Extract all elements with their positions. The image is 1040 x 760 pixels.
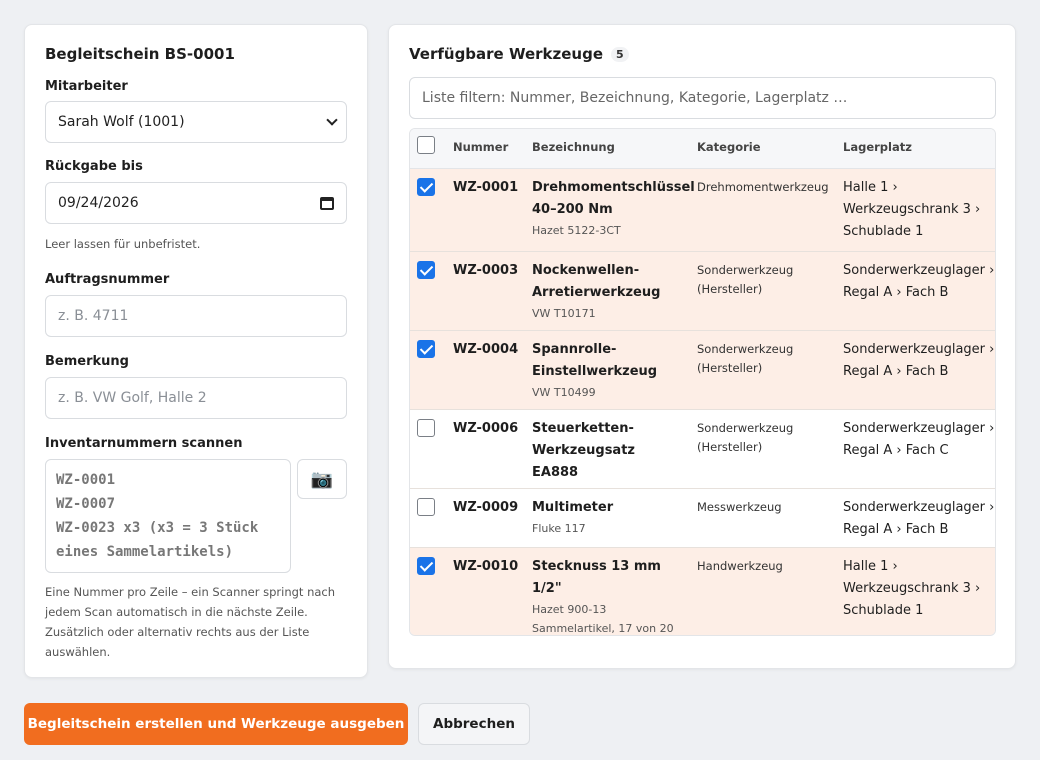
order-placeholder: z. B. 4711 [58,308,129,324]
row-name-cell: Drehmomentschlüssel 40–200 Nm Hazet 5122-… [532,177,695,240]
row-number: WZ-0004 [453,342,519,357]
row-name: Nockenwellen-Arretierwerkzeug [532,263,661,300]
tools-card: Verfügbare Werkzeuge 5 Liste filtern: Nu… [388,24,1016,669]
row-number: WZ-0003 [453,263,519,278]
row-location: Halle 1 › Werkzeugschrank 3 › Schublade … [843,559,981,618]
row-category: Sonderwerkzeug (Hersteller) [697,421,794,454]
row-number: WZ-0009 [453,500,519,515]
col-location: Lagerplatz [843,140,912,154]
return-label: Rückgabe bis [45,159,143,174]
camera-button[interactable]: 📷 [297,459,347,499]
row-checkbox[interactable] [417,557,435,575]
tools-count-badge: 5 [611,46,629,62]
row-checkbox[interactable] [417,419,435,437]
tools-title: Verfügbare Werkzeuge [409,45,604,63]
table-header: Nummer Bezeichnung Kategorie Lagerplatz [410,129,995,169]
table-row[interactable]: WZ-0006Steuerketten-Werkzeugsatz EA888VW… [410,410,995,500]
row-category: Messwerkzeug [697,500,782,514]
table-row[interactable]: WZ-0001 Drehmomentschlüssel 40–200 Nm Haze… [410,169,995,252]
row-name: Stecknuss 13 mm 1/2" [532,559,661,596]
row-name-cell: Spannrolle-Einstellwerkzeug VW T10499 [532,339,682,402]
calendar-icon[interactable] [320,197,334,210]
row-category: Sonderwerkzeug (Hersteller) [697,342,794,375]
row-name-cell: Stecknuss 13 mm 1/2" Hazet 900-13 Sammela… [532,556,682,635]
row-location: Sonderwerkzeuglager › Regal A › Fach C [843,421,995,458]
select-all-checkbox[interactable] [417,136,435,154]
table-row[interactable]: WZ-0010 Stecknuss 13 mm 1/2" Hazet 900-13 … [410,548,995,635]
note-label: Bemerkung [45,354,129,369]
filter-input[interactable]: Liste filtern: Nummer, Bezeichnung, Kate… [409,77,996,119]
row-checkbox[interactable] [417,340,435,358]
scan-hint: Eine Nummer pro Zeile – ein Scanner spri… [45,585,336,659]
row-location: Sonderwerkzeuglager › Regal A › Fach B [843,500,995,537]
row-subtitle: VW T10171 [532,307,596,320]
row-number: WZ-0001 [453,180,519,195]
row-subtitle: VW T10499 [532,386,596,399]
col-number: Nummer [453,140,509,154]
return-date-value: 09/24/2026 [58,195,139,211]
scan-textarea[interactable]: WZ-0001 WZ-0007 WZ-0023 x3 (x3 = 3 Stück… [45,459,291,573]
row-subtitle: Hazet 5122-3CT [532,224,621,237]
row-category: Handwerkzeug [697,559,783,573]
row-subtitle: Fluke 117 [532,522,586,535]
table-row[interactable]: WZ-0003 Nockenwellen-Arretierwerkzeug VW T… [410,252,995,331]
row-location: Halle 1 › Werkzeugschrank 3 › Schublade … [843,180,981,239]
row-checkbox[interactable] [417,261,435,279]
row-name: Drehmomentschlüssel 40–200 Nm [532,180,695,217]
order-input[interactable]: z. B. 4711 [45,295,347,337]
table-row[interactable]: WZ-0009 Multimeter Fluke 117 Messwerkzeug So… [410,489,995,548]
row-location: Sonderwerkzeuglager › Regal A › Fach B [843,263,995,300]
camera-icon: 📷 [310,468,334,490]
return-hint: Leer lassen für unbefristet. [45,237,201,251]
chevron-down-icon [326,114,338,126]
filter-placeholder: Liste filtern: Nummer, Bezeichnung, Kate… [422,90,848,106]
table-body: WZ-0001 Drehmomentschlüssel 40–200 Nm Haze… [410,169,995,635]
note-input[interactable]: z. B. VW Golf, Halle 2 [45,377,347,419]
employee-label: Mitarbeiter [45,79,128,94]
row-checkbox[interactable] [417,498,435,516]
employee-value: Sarah Wolf (1001) [58,114,185,130]
note-placeholder: z. B. VW Golf, Halle 2 [58,390,207,406]
return-date-input[interactable]: 09/24/2026 [45,182,347,224]
col-category: Kategorie [697,140,761,154]
row-subtitle: Hazet 900-13 Sammelartikel, 17 von 20 ve… [532,603,674,635]
row-name: Multimeter [532,500,614,515]
row-checkbox[interactable] [417,178,435,196]
order-label: Auftragsnummer [45,272,170,287]
row-name-cell: Multimeter Fluke 117 [532,497,682,538]
row-location: Sonderwerkzeuglager › Regal A › Fach B [843,342,995,379]
form-card: Begleitschein BS-0001 Mitarbeiter Sarah … [24,24,368,678]
tools-table: Nummer Bezeichnung Kategorie Lagerplatz … [409,128,996,636]
row-category: Drehmomentwerkzeug [697,180,829,194]
submit-button[interactable]: Begleitschein erstellen und Werkzeuge au… [24,703,408,745]
row-category: Sonderwerkzeug (Hersteller) [697,263,794,296]
employee-select[interactable]: Sarah Wolf (1001) [45,101,347,143]
table-row[interactable]: WZ-0004 Spannrolle-Einstellwerkzeug VW T10… [410,331,995,410]
form-title: Begleitschein BS-0001 [45,45,235,63]
row-number: WZ-0010 [453,559,519,574]
scan-label: Inventarnummern scannen [45,436,243,451]
row-name: Spannrolle-Einstellwerkzeug [532,342,658,379]
row-name: Steuerketten-Werkzeugsatz EA888 [532,421,635,480]
row-number: WZ-0006 [453,421,519,436]
row-name-cell: Nockenwellen-Arretierwerkzeug VW T10171 [532,260,682,323]
cancel-button[interactable]: Abbrechen [418,703,530,745]
col-name: Bezeichnung [532,140,615,154]
